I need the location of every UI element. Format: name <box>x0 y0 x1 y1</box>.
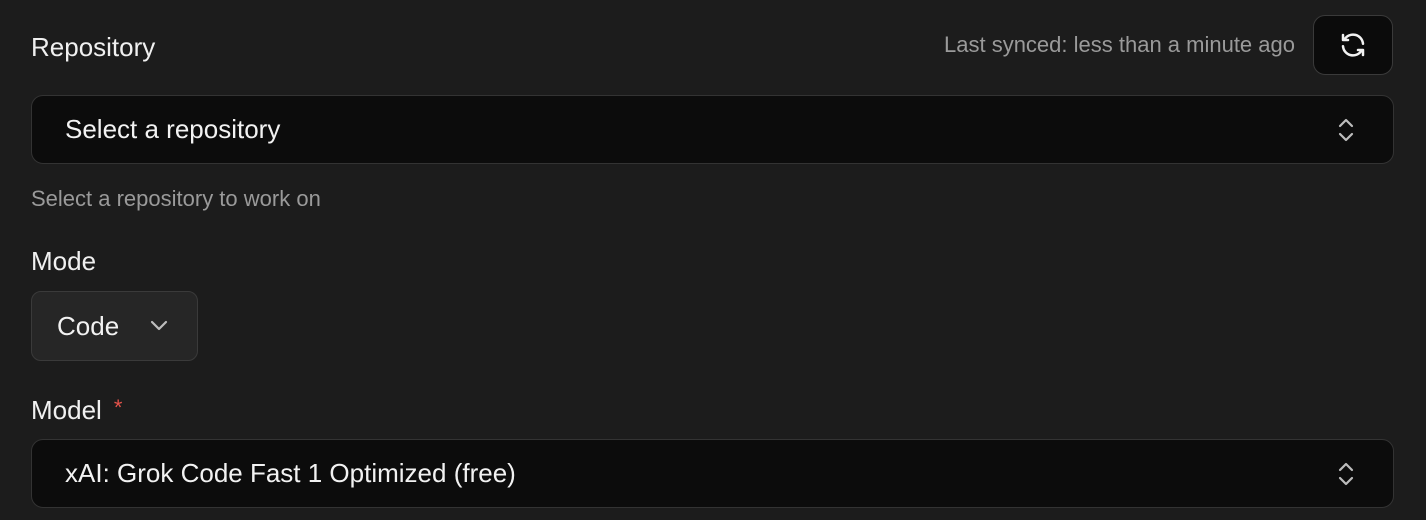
model-select[interactable]: xAI: Grok Code Fast 1 Optimized (free) <box>31 439 1394 508</box>
mode-label: Mode <box>31 246 97 276</box>
chevron-down-icon <box>150 320 168 331</box>
required-marker: * <box>113 395 123 420</box>
mode-dropdown-value: Code <box>57 310 120 341</box>
refresh-button[interactable] <box>1313 15 1393 75</box>
repository-form: Repository Last synced: less than a minu… <box>0 0 1426 520</box>
model-select-value: xAI: Grok Code Fast 1 Optimized (free) <box>65 458 516 488</box>
model-label-row: Model * <box>31 395 123 425</box>
repository-help-text: Select a repository to work on <box>31 186 321 211</box>
repository-label: Repository <box>31 32 156 62</box>
repository-select-value: Select a repository <box>65 114 281 144</box>
mode-dropdown[interactable]: Code <box>31 291 198 361</box>
refresh-icon <box>1341 33 1365 57</box>
last-synced-text: Last synced: less than a minute ago <box>944 32 1295 57</box>
repository-select[interactable]: Select a repository <box>31 95 1394 164</box>
model-label: Model <box>31 395 102 425</box>
chevrons-up-down-icon <box>1338 462 1354 485</box>
chevrons-up-down-icon <box>1338 118 1354 141</box>
